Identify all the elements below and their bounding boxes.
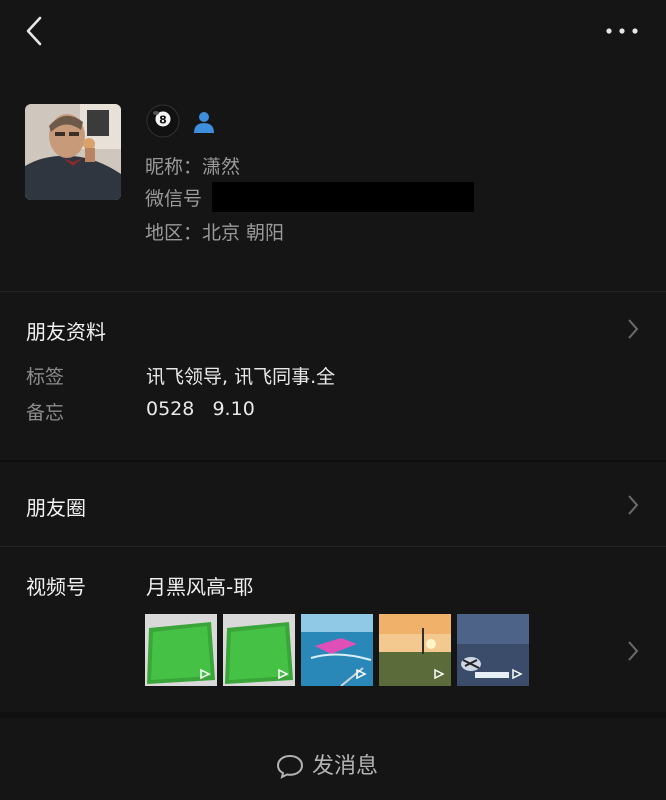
video-thumbnail[interactable] (145, 614, 217, 686)
wechat-id-redaction (212, 182, 474, 212)
note-value: 0528 9.10 (146, 398, 255, 420)
channels-title: 视频号 (26, 575, 86, 599)
video-thumbnail[interactable] (301, 614, 373, 686)
friend-info-section[interactable]: 朋友资料 标签 讯飞领导, 讯飞同事.全 备忘 0528 9.10 (0, 292, 666, 452)
chevron-right-icon (628, 319, 639, 339)
billiard-8-ball-icon: 8 (146, 104, 180, 138)
wechat-id-label: 微信号 (145, 188, 203, 210)
tags-label: 标签 (26, 366, 65, 388)
chevron-right-icon (628, 495, 639, 515)
video-thumbnail[interactable] (223, 614, 295, 686)
avatar[interactable] (25, 104, 121, 200)
moments-row[interactable]: 朋友圈 (0, 462, 666, 546)
region-line: 地区：北京 朝阳 (145, 222, 285, 244)
nickname-line: 昵称：潇然 (145, 156, 241, 178)
chevron-right-icon (628, 641, 639, 661)
channels-account-name: 月黑风高-耶 (146, 575, 254, 599)
send-message-label: 发消息 (312, 754, 379, 779)
moments-title: 朋友圈 (26, 496, 86, 520)
note-label: 备忘 (26, 402, 65, 424)
video-thumbnail[interactable] (379, 614, 451, 686)
more-dots-icon[interactable] (604, 22, 640, 40)
contact-person-icon (194, 112, 214, 133)
friend-info-title: 朋友资料 (26, 320, 106, 344)
back-chevron-icon[interactable] (20, 14, 50, 48)
top-bar (0, 0, 666, 64)
tags-value: 讯飞领导, 讯飞同事.全 (146, 366, 336, 388)
bottom-action-bar: 发消息 (0, 718, 666, 800)
svg-text:8: 8 (159, 114, 167, 127)
video-thumbnail[interactable] (457, 614, 529, 686)
chat-bubble-icon (276, 754, 304, 779)
